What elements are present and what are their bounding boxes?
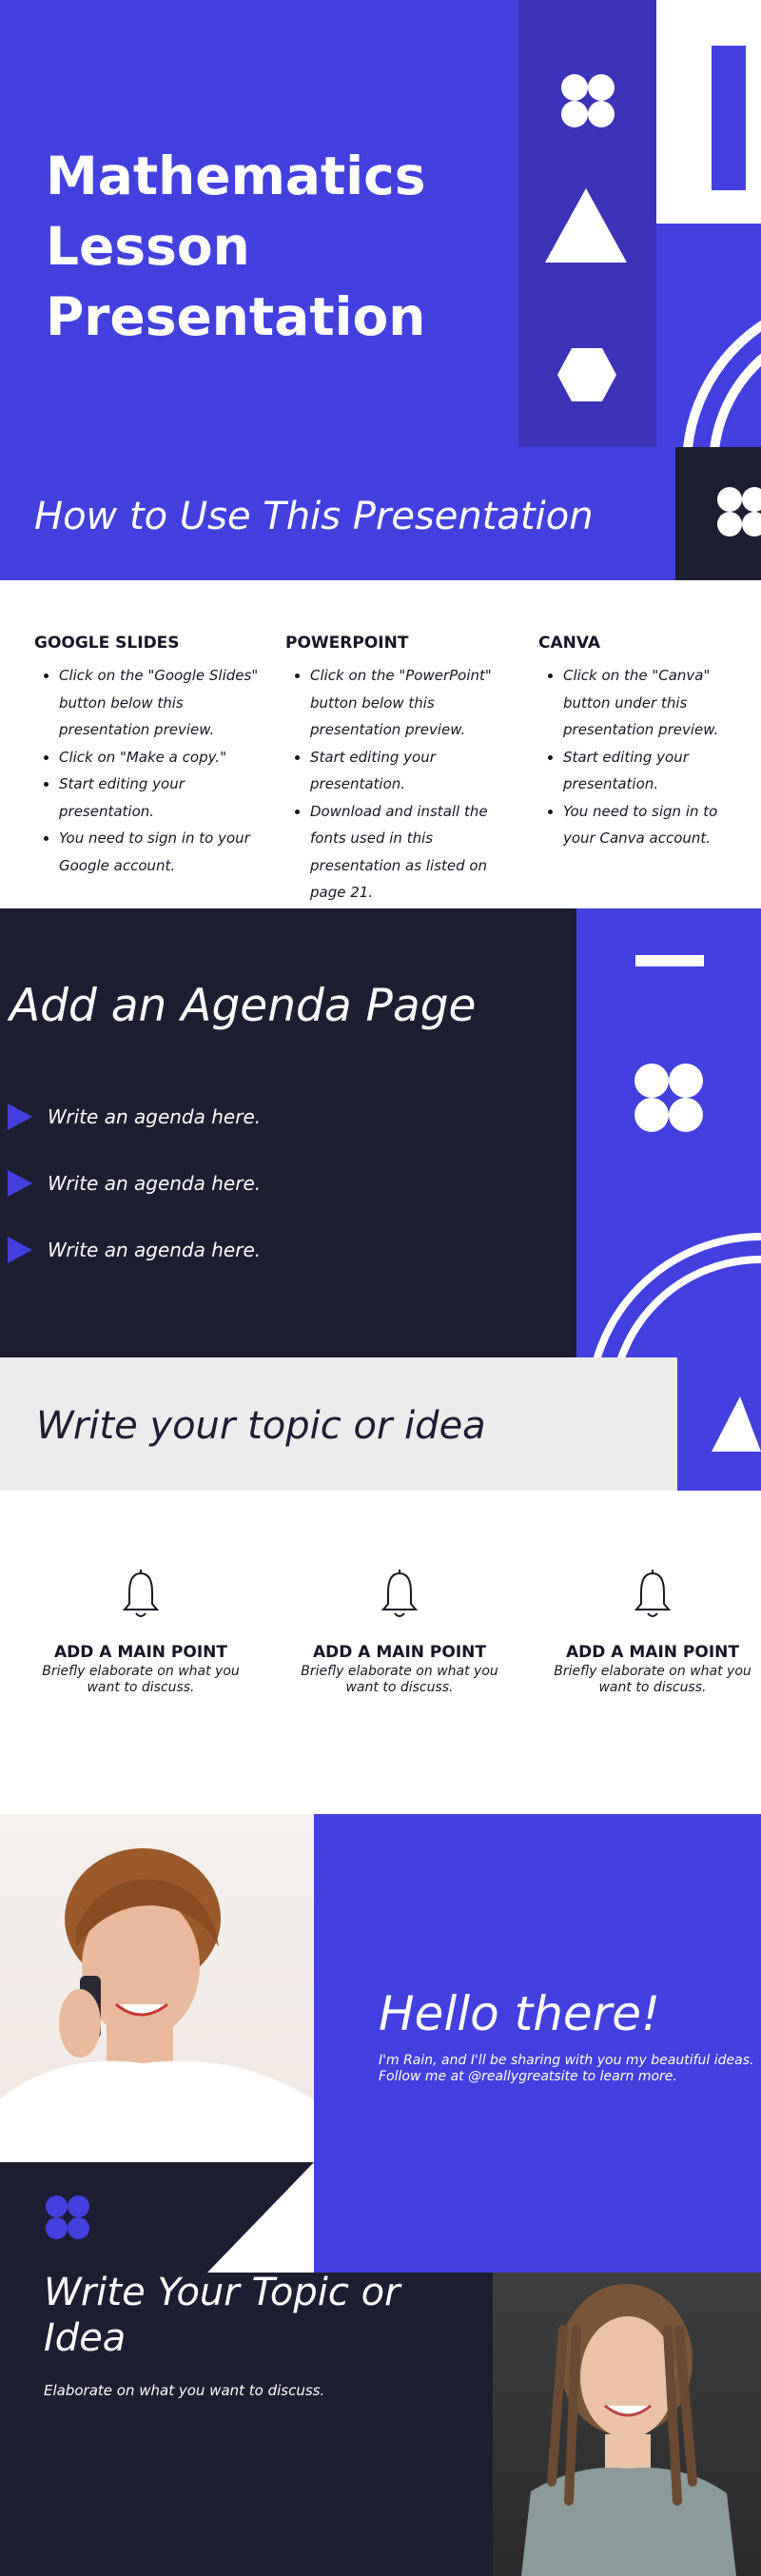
- agenda-text: Write an agenda here.: [48, 1172, 262, 1195]
- topic-idea-body: Elaborate on what you want to discuss.: [44, 2382, 325, 2399]
- flower-icon: [46, 2195, 89, 2239]
- topic-idea-heading: Write Your Topic or Idea: [44, 2271, 400, 2360]
- flower-icon: [717, 487, 761, 537]
- bell-icon: [380, 1570, 419, 1617]
- list-item: Download and install the fonts used in t…: [310, 798, 514, 907]
- triangle-bullet-icon: [8, 1170, 32, 1197]
- point-body: Briefly elaborate on what you want to di…: [554, 1664, 751, 1695]
- list-item: Click on the "Canva" button under this p…: [563, 662, 748, 744]
- instructions-powerpoint: POWERPOINT Click on the "PowerPoint" but…: [285, 634, 514, 907]
- bell-icon: [634, 1570, 672, 1617]
- point-body: Briefly elaborate on what you want to di…: [301, 1664, 498, 1695]
- list-item: Click on "Make a copy.": [59, 744, 263, 771]
- instructions-canva: CANVA Click on the "Canva" button under …: [538, 634, 748, 852]
- agenda-item: Write an agenda here.: [8, 1235, 261, 1265]
- main-point-card: ADD A MAIN POINT Briefly elaborate on wh…: [544, 1570, 761, 1696]
- point-title: ADD A MAIN POINT: [566, 1643, 739, 1662]
- hello-heading: Hello there!: [379, 1986, 661, 2041]
- list-item: Start editing your presentation.: [563, 744, 748, 798]
- instructions-google-slides: GOOGLE SLIDES Click on the "Google Slide…: [34, 634, 263, 879]
- column-title: CANVA: [538, 634, 601, 653]
- flower-icon: [634, 1064, 703, 1132]
- list-item: Click on the "PowerPoint" button below t…: [310, 662, 514, 744]
- triangle-icon: [712, 1396, 761, 1452]
- triangle-bullet-icon: [8, 1237, 32, 1263]
- agenda-heading: Add an Agenda Page: [10, 980, 477, 1032]
- main-point-card: ADD A MAIN POINT Briefly elaborate on wh…: [285, 1570, 514, 1696]
- column-title: GOOGLE SLIDES: [34, 634, 180, 653]
- flower-icon: [561, 74, 615, 127]
- point-body: Briefly elaborate on what you want to di…: [42, 1664, 240, 1695]
- column-title: POWERPOINT: [285, 634, 409, 653]
- point-title: ADD A MAIN POINT: [313, 1643, 486, 1662]
- dash-icon: [635, 955, 704, 966]
- list-item: Click on the "Google Slides" button belo…: [59, 662, 263, 744]
- main-point-card: ADD A MAIN POINT Briefly elaborate on wh…: [27, 1570, 255, 1696]
- triangle-bullet-icon: [8, 1103, 32, 1130]
- agenda-item: Write an agenda here.: [8, 1102, 261, 1132]
- agenda-text: Write an agenda here.: [48, 1239, 262, 1261]
- white-triangle-decoration: [207, 2162, 314, 2273]
- decor-blue-bar: [712, 46, 746, 190]
- list-item: Start editing your presentation.: [310, 744, 514, 798]
- point-title: ADD A MAIN POINT: [54, 1643, 227, 1662]
- slide-hello: [314, 1814, 761, 2273]
- slide-agenda: [0, 908, 576, 1357]
- agenda-text: Write an agenda here.: [48, 1105, 262, 1128]
- arc-decoration: [683, 320, 761, 447]
- hello-body: I'm Rain, and I'll be sharing with you m…: [379, 2053, 754, 2084]
- hexagon-icon: [557, 348, 616, 401]
- presenter-photo-woman: [0, 1814, 314, 2162]
- presentation-title: Mathematics Lesson Presentation: [46, 146, 426, 347]
- list-item: Start editing your presentation.: [59, 771, 263, 825]
- agenda-item: Write an agenda here.: [8, 1168, 261, 1199]
- how-to-heading: How to Use This Presentation: [34, 495, 594, 538]
- list-item: You need to sign in to your Canva accoun…: [563, 798, 748, 852]
- presenter-photo-woman-dreadlocks: [493, 2273, 761, 2576]
- topic-heading: Write your topic or idea: [36, 1404, 486, 1448]
- triangle-icon: [545, 188, 627, 263]
- list-item: You need to sign in to your Google accou…: [59, 825, 263, 879]
- arc-decoration: [593, 1233, 761, 1357]
- bell-icon: [122, 1570, 160, 1617]
